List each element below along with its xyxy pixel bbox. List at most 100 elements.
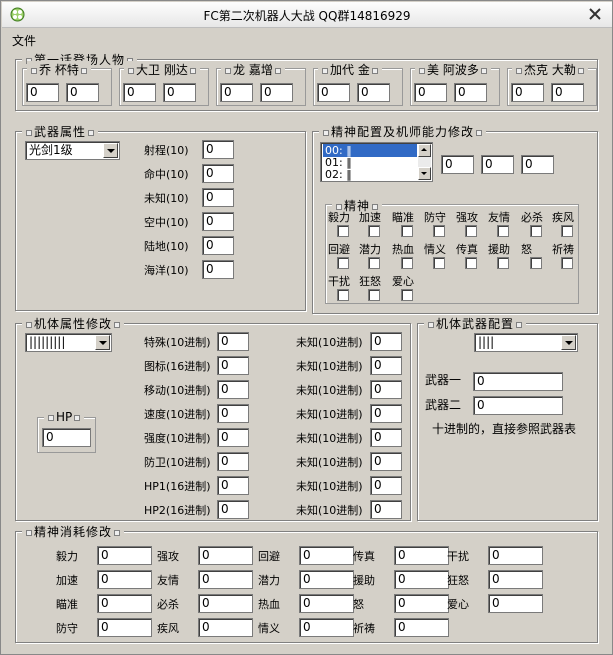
weapon-field-input[interactable]: 0	[202, 188, 234, 207]
mecha-field-input[interactable]: 0	[217, 476, 249, 495]
spirit-cost-input[interactable]: 0	[299, 618, 354, 637]
spirit-checkbox[interactable]	[497, 225, 509, 237]
spirit-checkbox[interactable]	[401, 289, 413, 301]
mecha-field-input[interactable]: 0	[217, 428, 249, 447]
spirit-checkbox[interactable]	[368, 225, 380, 237]
mecha-field-input[interactable]: 0	[217, 500, 249, 519]
spirit-label: 毅力	[328, 211, 350, 224]
spirit-cost-input[interactable]: 0	[198, 546, 253, 565]
spirit-checkbox[interactable]	[561, 257, 573, 269]
weapon-select[interactable]: 光剑1级	[25, 141, 120, 160]
spirit-checkbox[interactable]	[530, 225, 542, 237]
close-icon[interactable]	[586, 6, 604, 22]
character-value-1[interactable]: 0	[26, 83, 59, 102]
spirit-label: 干扰	[328, 275, 350, 288]
spirit-cost-input[interactable]: 0	[198, 618, 253, 637]
spirit-cost-input[interactable]: 0	[97, 594, 152, 613]
spirit-cost-input[interactable]: 0	[97, 570, 152, 589]
character-name: 加代 金	[318, 61, 382, 78]
weapon-group: 武器属性 光剑1级 射程(10) 0 命中(10) 0 未知(10) 0 空中(10) 0 陆地…	[15, 123, 306, 311]
spirit-checkbox[interactable]	[465, 225, 477, 237]
character-value-2[interactable]: 0	[454, 83, 487, 102]
character-value-2[interactable]: 0	[260, 83, 293, 102]
spirit-label: 防守	[424, 211, 446, 224]
spirit-checkbox[interactable]	[401, 225, 413, 237]
spirit-cost-input[interactable]: 0	[198, 570, 253, 589]
weapon2-input[interactable]: 0	[473, 396, 563, 415]
mecha-weapon-select[interactable]: ||||	[474, 333, 578, 352]
weapon-field-label: 海洋(10)	[144, 264, 189, 277]
character-value-1[interactable]: 0	[317, 83, 350, 102]
mecha-unknown-input[interactable]: 0	[370, 380, 402, 399]
character-value-2[interactable]: 0	[357, 83, 390, 102]
spirit-checkbox[interactable]	[337, 257, 349, 269]
character-value-1[interactable]: 0	[414, 83, 447, 102]
spirit-cost-input[interactable]: 0	[97, 618, 152, 637]
pilot-value-2[interactable]: 0	[481, 155, 514, 174]
mecha-unknown-input[interactable]: 0	[370, 356, 402, 375]
spirit-cost-input[interactable]: 0	[299, 570, 354, 589]
mecha-field-input[interactable]: 0	[217, 356, 249, 375]
pilot-value-1[interactable]: 0	[441, 155, 474, 174]
character-value-2[interactable]: 0	[66, 83, 99, 102]
spirit-checkbox[interactable]	[337, 225, 349, 237]
spirit-checkbox[interactable]	[433, 225, 445, 237]
weapon1-input[interactable]: 0	[473, 372, 563, 391]
mecha-field-input[interactable]: 0	[217, 452, 249, 471]
weapon-field-input[interactable]: 0	[202, 236, 234, 255]
spirit-list-scrollbar[interactable]	[418, 144, 431, 180]
spirit-checkbox[interactable]	[337, 289, 349, 301]
spirit-checkbox[interactable]	[368, 289, 380, 301]
mecha-unknown-input[interactable]: 0	[370, 500, 402, 519]
spirit-cost-input[interactable]: 0	[394, 570, 449, 589]
mecha-unknown-input[interactable]: 0	[370, 476, 402, 495]
character-value-1[interactable]: 0	[511, 83, 544, 102]
character-name: 龙 嘉增	[221, 61, 285, 78]
character-value-2[interactable]: 0	[163, 83, 196, 102]
spirit-list-item[interactable]: 02: ‖	[323, 168, 417, 181]
weapon-field-input[interactable]: 0	[202, 164, 234, 183]
spirit-cost-input[interactable]: 0	[488, 594, 543, 613]
spirit-cost-input[interactable]: 0	[488, 570, 543, 589]
spirit-cost-input[interactable]: 0	[394, 594, 449, 613]
chevron-down-icon[interactable]	[103, 143, 118, 158]
spirit-cost-input[interactable]: 0	[299, 546, 354, 565]
spirit-checkbox[interactable]	[497, 257, 509, 269]
mecha-unknown-input[interactable]: 0	[370, 404, 402, 423]
spirit-cost-input[interactable]: 0	[198, 594, 253, 613]
mecha-unknown-input[interactable]: 0	[370, 332, 402, 351]
spirit-checkbox[interactable]	[368, 257, 380, 269]
mecha-field-input[interactable]: 0	[217, 332, 249, 351]
character-value-1[interactable]: 0	[123, 83, 156, 102]
title-bar[interactable]: FC第二次机器人大战 QQ群14816929	[2, 2, 612, 28]
scroll-up-icon[interactable]	[418, 144, 431, 157]
chevron-down-icon[interactable]	[95, 335, 110, 350]
spirit-cost-input[interactable]: 0	[394, 618, 449, 637]
spirit-checkbox[interactable]	[433, 257, 445, 269]
spirit-listbox[interactable]: 00: ‖ 01: ‖ 02: ‖	[320, 142, 433, 182]
spirit-cost-input[interactable]: 0	[299, 594, 354, 613]
pilot-value-3[interactable]: 0	[521, 155, 554, 174]
character-value-1[interactable]: 0	[220, 83, 253, 102]
mecha-select[interactable]: |||||||||	[25, 333, 112, 352]
mecha-unknown-input[interactable]: 0	[370, 452, 402, 471]
weapon-field-input[interactable]: 0	[202, 212, 234, 231]
weapon-field-input[interactable]: 0	[202, 140, 234, 159]
spirit-checkbox[interactable]	[530, 257, 542, 269]
spirit-cost-input[interactable]: 0	[97, 546, 152, 565]
character-value-2[interactable]: 0	[551, 83, 584, 102]
mecha-unknown-input[interactable]: 0	[370, 428, 402, 447]
hp-input[interactable]: 0	[42, 428, 91, 447]
spirit-checkbox[interactable]	[561, 225, 573, 237]
scroll-down-icon[interactable]	[418, 167, 431, 180]
main-window: FC第二次机器人大战 QQ群14816929 文件 第一话登场人物 乔 杯特 0 0…	[0, 0, 613, 655]
mecha-field-input[interactable]: 0	[217, 404, 249, 423]
menu-file[interactable]: 文件	[12, 32, 36, 49]
spirit-cost-input[interactable]: 0	[488, 546, 543, 565]
spirit-checkbox[interactable]	[465, 257, 477, 269]
spirit-cost-input[interactable]: 0	[394, 546, 449, 565]
spirit-checkbox[interactable]	[401, 257, 413, 269]
mecha-field-input[interactable]: 0	[217, 380, 249, 399]
chevron-down-icon[interactable]	[561, 335, 576, 350]
weapon-field-input[interactable]: 0	[202, 260, 234, 279]
